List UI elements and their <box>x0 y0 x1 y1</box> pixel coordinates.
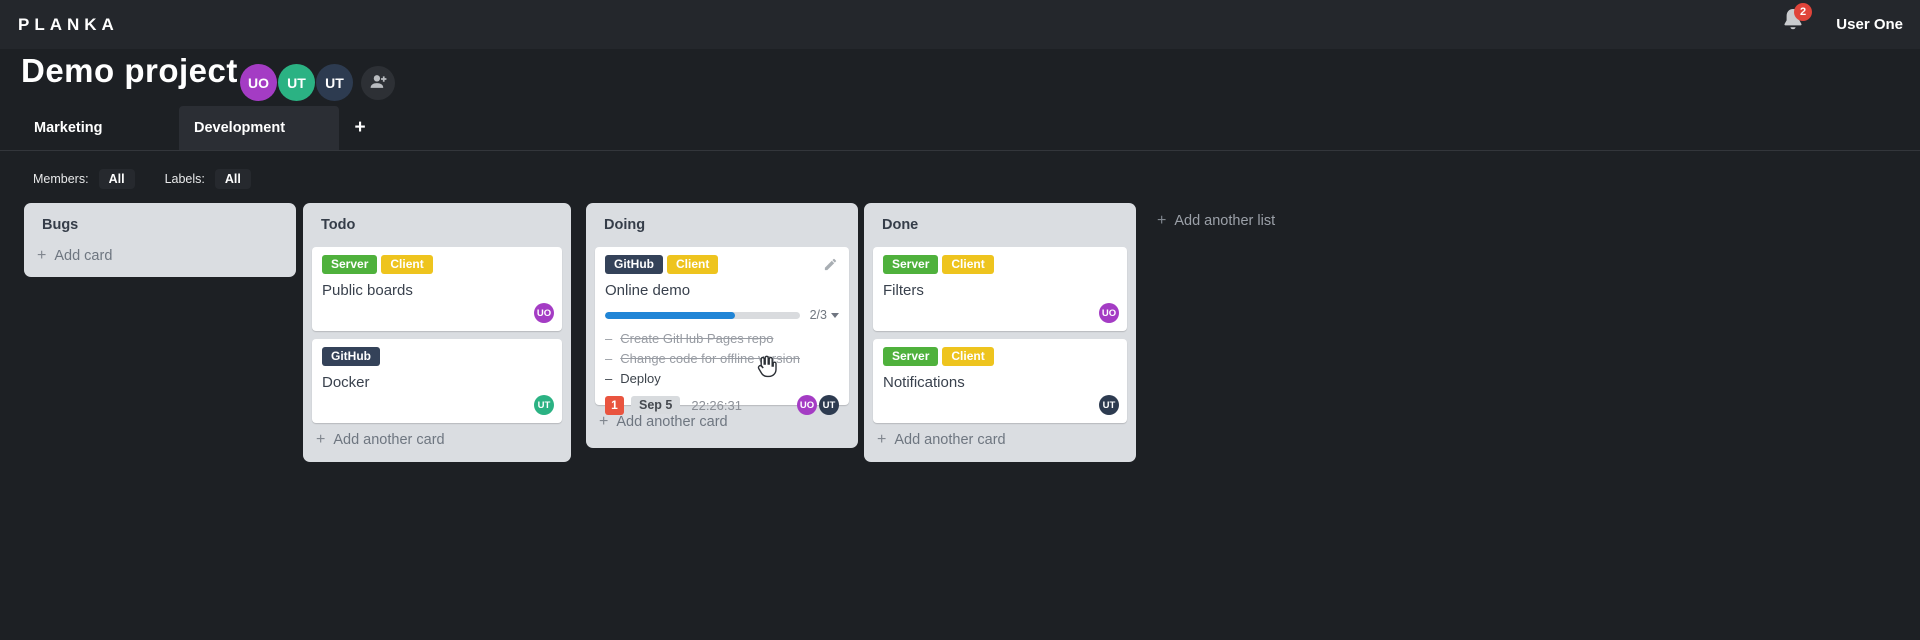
card-notification-badge: 1 <box>605 395 624 415</box>
progress-track <box>605 311 800 319</box>
label-github[interactable]: GitHub <box>605 255 663 274</box>
filter-bar: Members: All Labels: All <box>33 169 251 189</box>
card-title: Online demo <box>605 282 691 299</box>
members-filter-label: Members: <box>33 172 89 186</box>
list-done: Done Server Client Filters UO Server Cli… <box>864 203 1136 462</box>
avatar[interactable]: UO <box>1099 303 1119 323</box>
plus-icon: + <box>599 413 609 430</box>
label-client[interactable]: Client <box>381 255 433 274</box>
top-bar: PLANKA 2 User One <box>0 0 1920 49</box>
list-title[interactable]: Done <box>873 211 1127 239</box>
progress-fill <box>605 311 736 319</box>
card-filters[interactable]: Server Client Filters UO <box>873 247 1127 331</box>
bell-icon <box>1781 9 1805 37</box>
card-notifications[interactable]: Server Client Notifications UT <box>873 339 1127 423</box>
task-item[interactable]: – Deploy <box>605 369 839 389</box>
card-online-demo[interactable]: GitHub Client Online demo 2/3 – Create G… <box>595 247 849 415</box>
plus-icon: + <box>316 431 326 448</box>
avatar[interactable]: UT <box>819 395 839 415</box>
checklist-count[interactable]: 2/3 <box>810 308 827 322</box>
project-members: UO UT UT <box>240 64 395 101</box>
avatar[interactable]: UO <box>240 64 277 101</box>
list-doing: Doing GitHub Client Online demo 2/3 – Cr… <box>586 203 858 448</box>
notifications-button[interactable]: 2 <box>1781 3 1812 41</box>
task-item[interactable]: – Change code for offline version <box>605 349 839 369</box>
list-title[interactable]: Todo <box>312 211 562 239</box>
tab-development[interactable]: Development <box>179 106 339 150</box>
add-list-button[interactable]: + Add another list <box>1157 212 1275 230</box>
label-client[interactable]: Client <box>667 255 719 274</box>
label-server[interactable]: Server <box>883 347 939 366</box>
checklist-progress: 2/3 <box>605 308 839 322</box>
timer-badge[interactable]: 22:26:31 <box>691 398 742 413</box>
avatar[interactable]: UT <box>534 395 554 415</box>
add-card-button[interactable]: + Add another card <box>873 423 1127 453</box>
card-title: Docker <box>322 374 370 391</box>
task-list: – Create GitHub Pages repo – Change code… <box>605 329 839 389</box>
card-title: Public boards <box>322 282 413 299</box>
label-client[interactable]: Client <box>942 347 994 366</box>
avatar[interactable]: UT <box>1099 395 1119 415</box>
card-title: Notifications <box>883 374 965 391</box>
list-bugs: Bugs + Add card <box>24 203 296 277</box>
card-public-boards[interactable]: Server Client Public boards UO <box>312 247 562 331</box>
user-menu[interactable]: User One <box>1836 0 1903 49</box>
card-docker[interactable]: GitHub Docker UT <box>312 339 562 423</box>
label-server[interactable]: Server <box>322 255 378 274</box>
card-title: Filters <box>883 282 924 299</box>
list-todo: Todo Server Client Public boards UO GitH… <box>303 203 571 462</box>
plus-icon: + <box>1157 212 1167 229</box>
due-date-badge[interactable]: Sep 5 <box>631 396 681 414</box>
avatar[interactable]: UO <box>797 395 817 415</box>
app-logo: PLANKA <box>18 15 119 34</box>
add-user-icon <box>369 72 388 94</box>
label-client[interactable]: Client <box>942 255 994 274</box>
edit-card-icon[interactable] <box>823 257 838 272</box>
plus-icon: + <box>37 247 47 264</box>
plus-icon: + <box>877 431 887 448</box>
add-member-button[interactable] <box>361 65 395 100</box>
list-title[interactable]: Doing <box>595 211 849 239</box>
board-tabs: Marketing Development + <box>19 106 377 150</box>
page-title: Demo project <box>21 52 238 89</box>
task-item[interactable]: – Create GitHub Pages repo <box>605 329 839 349</box>
chevron-down-icon[interactable] <box>831 312 839 318</box>
label-github[interactable]: GitHub <box>322 347 380 366</box>
avatar[interactable]: UT <box>278 64 315 101</box>
avatar[interactable]: UO <box>534 303 554 323</box>
list-title[interactable]: Bugs <box>33 211 287 239</box>
tabs-divider <box>0 150 1920 151</box>
members-filter-value[interactable]: All <box>98 169 135 189</box>
labels-filter-value[interactable]: All <box>214 169 251 189</box>
planka-app: PLANKA 2 User One Demo project UO UT UT <box>0 0 1920 640</box>
board: Bugs + Add card Todo Server Client Publi… <box>24 203 1920 640</box>
add-card-button[interactable]: + Add another card <box>312 423 562 453</box>
label-server[interactable]: Server <box>883 255 939 274</box>
avatar[interactable]: UT <box>316 64 353 101</box>
labels-filter-label: Labels: <box>164 172 205 186</box>
notification-count-badge: 2 <box>1794 3 1812 21</box>
add-card-button[interactable]: + Add card <box>33 239 287 269</box>
add-board-button[interactable]: + <box>343 106 377 150</box>
hand-cursor-icon <box>753 353 777 379</box>
tab-marketing[interactable]: Marketing <box>19 106 179 150</box>
